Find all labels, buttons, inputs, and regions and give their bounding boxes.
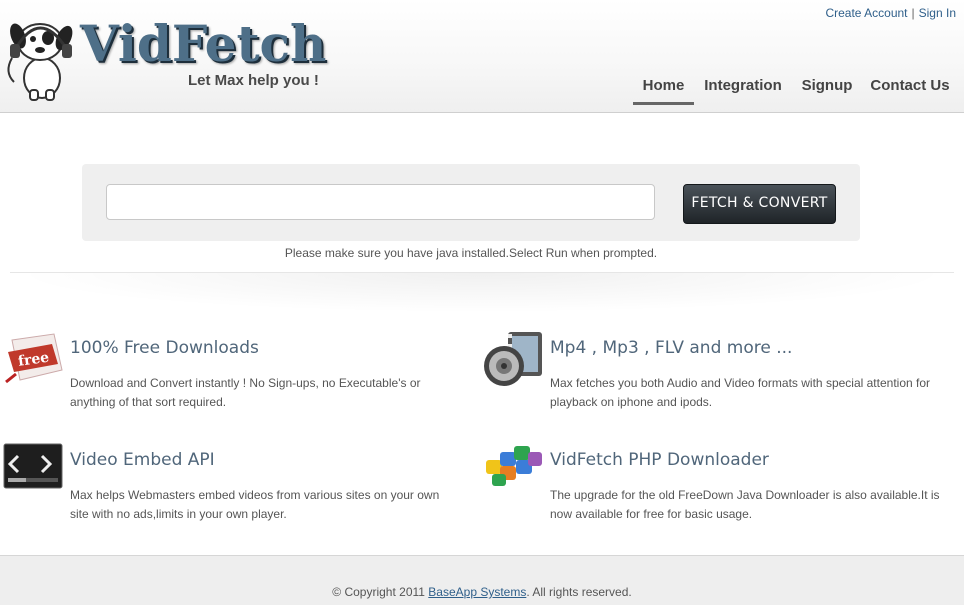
video-url-input[interactable] bbox=[106, 184, 655, 220]
brand-logo[interactable]: VidFetch bbox=[80, 14, 326, 74]
feature-description: Download and Convert instantly ! No Sign… bbox=[70, 376, 421, 409]
embed-code-icon bbox=[3, 443, 63, 489]
company-link[interactable]: BaseApp Systems bbox=[428, 585, 526, 599]
copyright-suffix: . All rights reserved. bbox=[526, 585, 632, 599]
feature-title: Video Embed API bbox=[70, 450, 215, 470]
puzzle-icon bbox=[486, 446, 542, 486]
fetch-panel: FETCH & CONVERT bbox=[82, 164, 860, 241]
feature-formats: Mp4 , Mp3 , FLV and more ... Max fetches… bbox=[482, 330, 930, 420]
section-divider bbox=[10, 272, 954, 313]
feature-description: Max fetches you both Audio and Video for… bbox=[550, 376, 931, 409]
feature-free-downloads: free 100% Free Downloads Download and Co… bbox=[2, 330, 442, 420]
nav-item-integration[interactable]: Integration bbox=[704, 74, 782, 102]
sign-in-link[interactable]: Sign In bbox=[919, 6, 956, 20]
nav-item-home[interactable]: Home bbox=[633, 74, 694, 105]
feature-title: 100% Free Downloads bbox=[70, 338, 259, 358]
free-tag-icon: free bbox=[5, 333, 63, 384]
fetch-convert-button[interactable]: FETCH & CONVERT bbox=[683, 184, 836, 224]
feature-embed-api: Video Embed API Max helps Webmasters emb… bbox=[2, 442, 442, 532]
feature-title: VidFetch PHP Downloader bbox=[550, 450, 769, 470]
feature-php-downloader: VidFetch PHP Downloader The upgrade for … bbox=[482, 442, 940, 532]
nav-item-contact-us[interactable]: Contact Us bbox=[870, 74, 950, 102]
brand-tagline: Let Max help you ! bbox=[188, 72, 319, 89]
feature-title: Mp4 , Mp3 , FLV and more ... bbox=[550, 338, 793, 358]
java-note: Please make sure you have java installed… bbox=[284, 246, 658, 260]
dog-mascot-icon[interactable] bbox=[2, 12, 82, 102]
nav-item-signup[interactable]: Signup bbox=[801, 74, 853, 102]
feature-description: Max helps Webmasters embed videos from v… bbox=[70, 488, 440, 521]
site-header: VidFetch Let Max help you ! Create Accou… bbox=[0, 0, 964, 113]
feature-description: The upgrade for the old FreeDown Java Do… bbox=[550, 488, 940, 521]
copyright-prefix: © Copyright 2011 bbox=[332, 585, 429, 599]
main-nav: Home Integration Signup Contact Us bbox=[624, 74, 964, 105]
account-links: Create Account | Sign In bbox=[825, 6, 956, 20]
speaker-film-icon bbox=[484, 332, 542, 386]
site-footer: © Copyright 2011 BaseApp Systems. All ri… bbox=[0, 555, 964, 605]
account-separator: | bbox=[911, 6, 915, 20]
copyright-text: © Copyright 2011 BaseApp Systems. All ri… bbox=[0, 585, 964, 599]
create-account-link[interactable]: Create Account bbox=[825, 6, 907, 20]
